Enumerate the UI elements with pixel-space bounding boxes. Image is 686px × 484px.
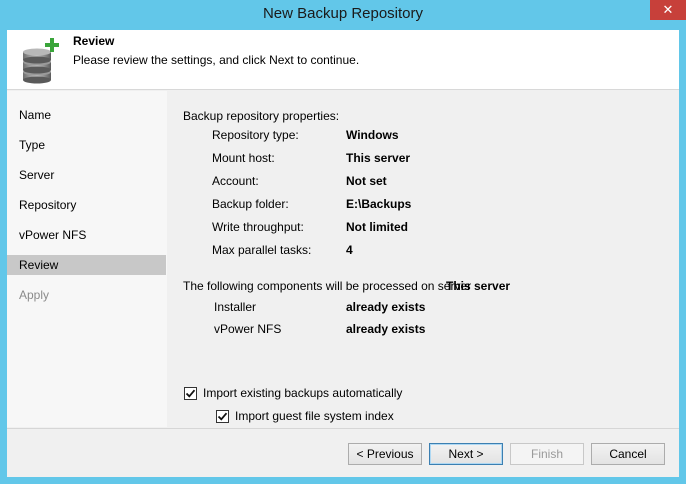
property-label: Mount host: (212, 151, 275, 165)
step-server[interactable]: Server (7, 165, 166, 185)
component-status: already exists (346, 322, 426, 336)
cancel-button[interactable]: Cancel (591, 443, 665, 465)
properties-heading: Backup repository properties: (183, 109, 340, 123)
property-label: Backup folder: (212, 197, 289, 211)
dialog-window: New Backup Repository ✕ Review Please re… (0, 0, 686, 484)
components-heading: The following components will be process… (183, 279, 472, 293)
property-label: Repository type: (212, 128, 299, 142)
property-value: Not limited (346, 220, 408, 234)
database-add-icon (23, 38, 59, 84)
step-name[interactable]: Name (7, 105, 166, 125)
review-panel: Backup repository properties: Repository… (167, 91, 679, 427)
property-value: 4 (346, 243, 353, 257)
step-repository[interactable]: Repository (7, 195, 166, 215)
step-type[interactable]: Type (7, 135, 166, 155)
title-bar[interactable]: New Backup Repository ✕ (0, 0, 686, 30)
property-value: Not set (346, 174, 387, 188)
finish-button: Finish (510, 443, 584, 465)
step-review[interactable]: Review (7, 255, 166, 275)
property-value: Windows (346, 128, 399, 142)
import-index-checkbox[interactable] (216, 409, 229, 423)
wizard-steps: Name Type Server Repository vPower NFS R… (7, 91, 167, 427)
step-apply: Apply (19, 288, 50, 302)
component-status: already exists (346, 300, 426, 314)
import-index-label: Import guest file system index (235, 409, 394, 423)
close-button[interactable]: ✕ (650, 0, 686, 20)
checkmark-icon (185, 389, 196, 398)
components-server: This server (446, 279, 511, 293)
property-label: Account: (212, 174, 259, 188)
step-title: Review (73, 34, 115, 48)
component-label: Installer (214, 300, 257, 314)
property-label: Max parallel tasks: (212, 243, 312, 257)
import-index-option[interactable]: Import guest file system index (216, 409, 394, 423)
component-label: vPower NFS (214, 322, 282, 336)
property-label: Write throughput: (212, 220, 304, 234)
dialog-body: Review Please review the settings, and c… (7, 30, 679, 477)
checkmark-icon (217, 412, 228, 421)
window-title: New Backup Repository (262, 5, 424, 22)
import-backups-label: Import existing backups automatically (203, 386, 403, 400)
previous-button[interactable]: < Previous (348, 443, 422, 465)
step-vpower-nfs[interactable]: vPower NFS (7, 225, 166, 245)
step-description: Please review the settings, and click Ne… (73, 53, 360, 67)
next-button[interactable]: Next > (429, 443, 503, 465)
import-backups-option[interactable]: Import existing backups automatically (184, 386, 402, 400)
property-value: E:\Backups (346, 197, 412, 211)
wizard-footer: < Previous Next > Finish Cancel (7, 428, 679, 477)
property-value: This server (346, 151, 411, 165)
import-backups-checkbox[interactable] (184, 386, 197, 400)
wizard-header: Review Please review the settings, and c… (7, 30, 679, 90)
